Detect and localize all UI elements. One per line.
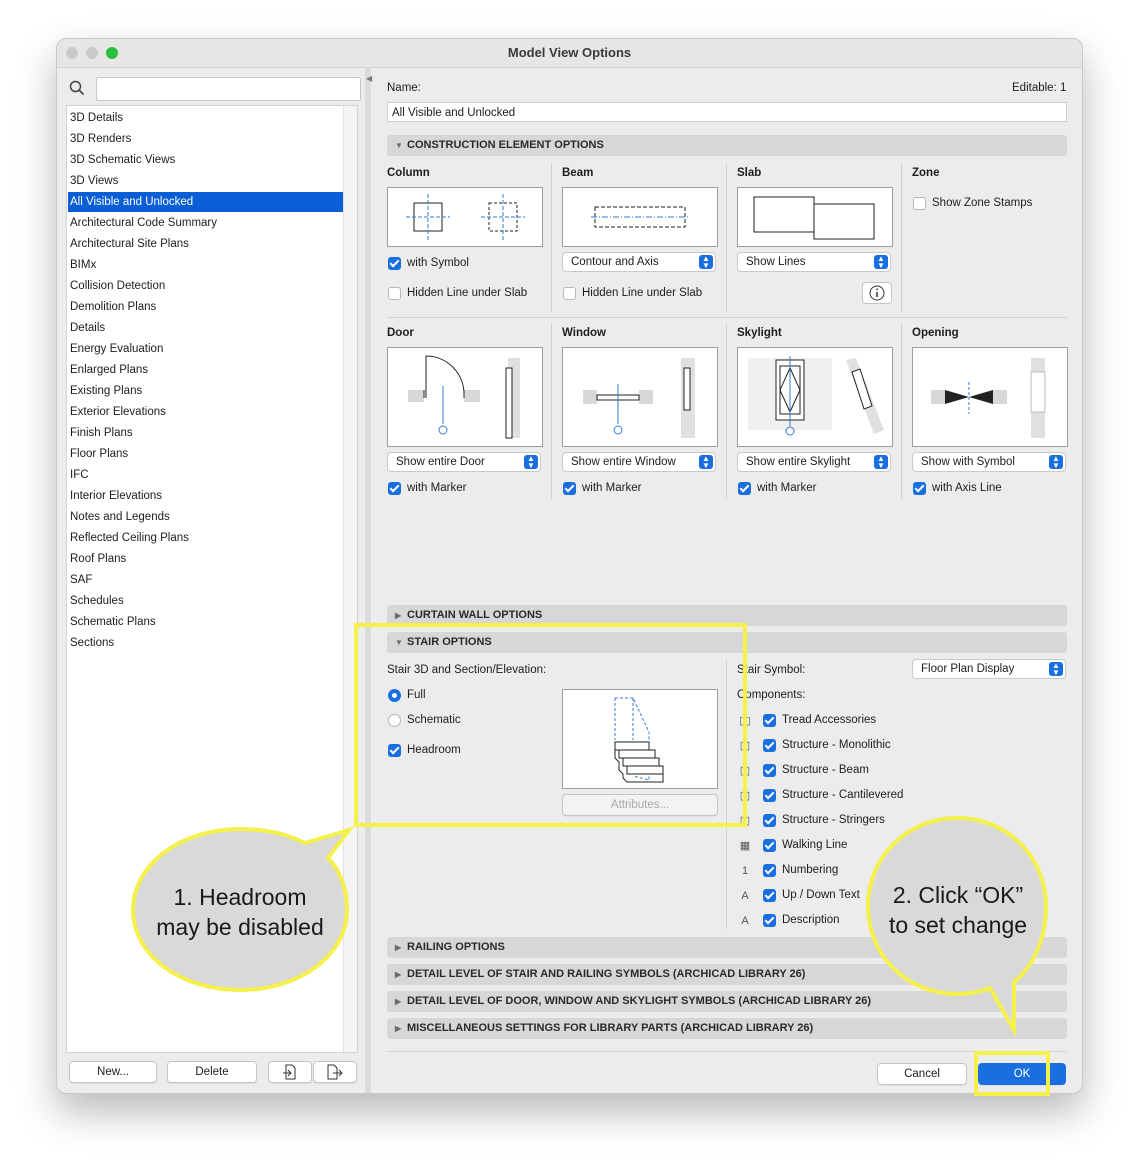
callout-bubbles xyxy=(130,815,1049,1038)
callout1-text: 1. Headroom may be disabled xyxy=(156,884,324,940)
callout2-text: 2. Click “OK” to set change xyxy=(888,882,1028,938)
